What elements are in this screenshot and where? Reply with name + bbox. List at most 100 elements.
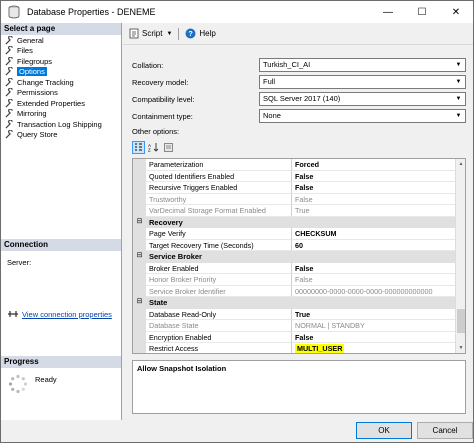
grid-row-database-read-only[interactable]: Database Read-Only True (133, 308, 465, 320)
collapse-icon[interactable]: ⊟ (133, 251, 146, 263)
help-button[interactable]: ? Help (185, 28, 216, 39)
category-recovery[interactable]: ⊟ Recovery (133, 216, 465, 229)
collation-combo[interactable]: Turkish_CI_AI ▼ (259, 58, 466, 72)
progress-spinner-icon (8, 374, 28, 394)
wrench-icon (5, 67, 13, 76)
wrench-icon (5, 98, 13, 108)
grid-scrollbar[interactable]: ▲ ▼ (455, 159, 465, 353)
page-item-label: Options (17, 67, 47, 77)
page-item-query-store[interactable]: Query Store (1, 130, 121, 141)
collapse-icon[interactable]: ⊟ (133, 297, 146, 309)
compatibility-level-combo[interactable]: SQL Server 2017 (140) ▼ (259, 92, 466, 106)
page-item-files[interactable]: Files (1, 46, 121, 57)
view-connection-text[interactable]: View connection properties (22, 310, 112, 319)
options-property-grid[interactable]: Parameterization Forced Quoted Identifie… (132, 158, 466, 354)
property-value[interactable]: False (292, 332, 465, 343)
grid-row-encryption-enabled[interactable]: Encryption Enabled False (133, 331, 465, 343)
collapse-icon[interactable]: ⊟ (133, 217, 146, 229)
page-item-label: Permissions (17, 88, 58, 98)
property-value[interactable]: False (292, 171, 465, 182)
property-value[interactable]: False (292, 182, 465, 194)
recovery-model-combo[interactable]: Full ▼ (259, 75, 466, 89)
collation-value: Turkish_CI_AI (263, 60, 311, 69)
property-name: Page Verify (146, 228, 292, 240)
containment-type-combo[interactable]: None ▼ (259, 109, 466, 123)
grid-row-broker-enabled[interactable]: Broker Enabled False (133, 262, 465, 274)
scroll-down-icon[interactable]: ▼ (456, 343, 465, 353)
wrench-icon (5, 130, 13, 139)
connection-icon (8, 311, 18, 317)
page-item-extended-properties[interactable]: Extended Properties (1, 98, 121, 109)
wrench-icon (5, 109, 13, 118)
property-pages-icon (164, 142, 173, 152)
page-item-permissions[interactable]: Permissions (1, 88, 121, 99)
database-properties-window: Database Properties - DENEME — ☐ ✕ Selec… (0, 0, 474, 443)
property-name: Trustworthy (146, 193, 292, 205)
scrollbar-thumb[interactable] (457, 309, 465, 333)
highlighted-value: MULTI_USER (295, 344, 345, 353)
containment-type-label: Containment type: (132, 111, 193, 121)
property-name: Recursive Triggers Enabled (146, 182, 292, 194)
grid-row-quoted-identifiers[interactable]: Quoted Identifiers Enabled False (133, 170, 465, 182)
property-value[interactable]: Forced (292, 159, 465, 171)
chevron-down-icon: ▼ (455, 96, 462, 102)
property-value[interactable]: 60 (292, 240, 465, 251)
property-value[interactable]: CHECKSUM (292, 228, 465, 240)
property-name: Quoted Identifiers Enabled (146, 170, 292, 182)
page-item-mirroring[interactable]: Mirroring (1, 109, 121, 120)
page-item-filegroups[interactable]: Filegroups (1, 56, 121, 67)
database-icon (8, 5, 20, 19)
property-value[interactable]: MULTI_USER (292, 343, 465, 353)
category-label: State (149, 298, 168, 308)
property-value[interactable]: False (292, 263, 465, 274)
cancel-button[interactable]: Cancel (417, 422, 473, 439)
left-panel: Select a page General Files Filegroups O… (1, 23, 122, 420)
page-item-change-tracking[interactable]: Change Tracking (1, 77, 121, 88)
alphabetical-button[interactable]: AZ (147, 141, 160, 154)
page-item-general[interactable]: General (1, 35, 121, 46)
scroll-up-icon[interactable]: ▲ (456, 159, 465, 169)
maximize-button[interactable]: ☐ (405, 1, 439, 23)
grid-row-parameterization[interactable]: Parameterization Forced (133, 159, 465, 171)
chevron-down-icon: ▼ (455, 79, 462, 85)
script-label: Script (142, 29, 163, 38)
page-item-transaction-log-shipping[interactable]: Transaction Log Shipping (1, 119, 121, 130)
grid-row-restrict-access[interactable]: Restrict Access MULTI_USER (133, 343, 465, 353)
minimize-button[interactable]: — (371, 1, 405, 23)
compatibility-level-value: SQL Server 2017 (140) (263, 94, 341, 103)
page-list: General Files Filegroups Options Change … (1, 35, 121, 140)
property-pages-button[interactable] (162, 141, 175, 154)
page-item-label: Transaction Log Shipping (17, 119, 102, 129)
recovery-model-value: Full (263, 77, 276, 86)
categorized-button[interactable] (132, 140, 145, 154)
property-value: NORMAL | STANDBY (292, 320, 465, 332)
property-name: VarDecimal Storage Format Enabled (146, 205, 292, 217)
close-button[interactable]: ✕ (439, 1, 473, 23)
description-title: Allow Snapshot Isolation (137, 364, 227, 373)
page-item-label: Mirroring (17, 109, 47, 119)
property-name: Encryption Enabled (146, 331, 292, 343)
grid-row-recursive-triggers[interactable]: Recursive Triggers Enabled False (133, 182, 465, 194)
help-label: Help (199, 29, 216, 38)
property-name: Broker Enabled (146, 262, 292, 274)
grid-row-target-recovery-time[interactable]: Target Recovery Time (Seconds) 60 (133, 239, 465, 251)
svg-text:?: ? (189, 29, 194, 38)
property-name: Database State (146, 320, 292, 332)
category-service-broker[interactable]: ⊟ Service Broker (133, 251, 465, 263)
button-bar: OK Cancel (1, 420, 473, 442)
view-connection-link[interactable]: View connection properties (7, 309, 112, 319)
category-state[interactable]: ⊟ State (133, 297, 465, 309)
grid-row-page-verify[interactable]: Page Verify CHECKSUM (133, 228, 465, 240)
grid-row-vardecimal: VarDecimal Storage Format Enabled True (133, 205, 465, 217)
page-item-label: Filegroups (17, 56, 53, 66)
wrench-icon (5, 56, 13, 66)
grid-toolbar: AZ (132, 140, 177, 154)
property-value[interactable]: True (292, 309, 465, 320)
script-button[interactable]: Script ▼ (129, 28, 172, 39)
toolbar-separator (178, 27, 180, 40)
page-item-options[interactable]: Options (1, 67, 121, 78)
wrench-icon (5, 46, 13, 55)
other-options-label: Other options: (132, 127, 180, 136)
property-description-panel: Allow Snapshot Isolation (132, 360, 466, 414)
ok-button[interactable]: OK (356, 422, 412, 439)
